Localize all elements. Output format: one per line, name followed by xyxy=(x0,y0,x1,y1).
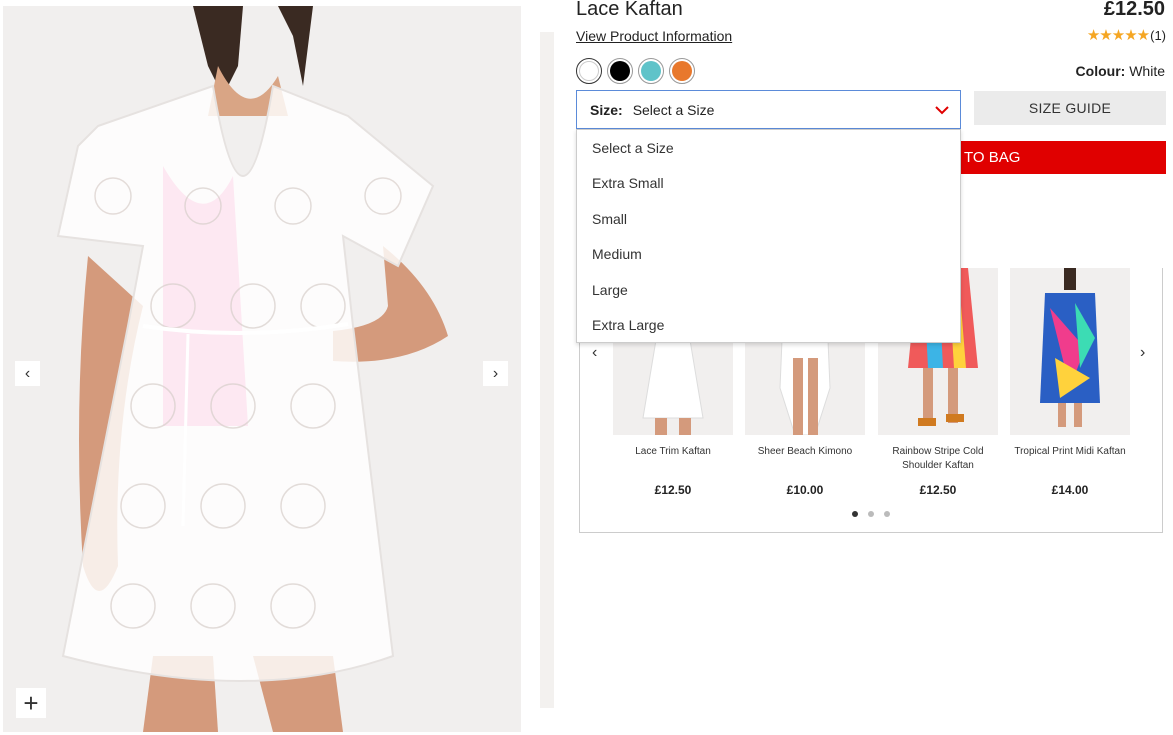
product-card-price: £14.00 xyxy=(1051,483,1089,497)
product-card-name: Rainbow Stripe Cold Shoulder Kaftan xyxy=(892,446,984,471)
gallery-prev-button[interactable]: ‹ xyxy=(15,361,40,386)
carousel-dot[interactable] xyxy=(884,511,890,517)
product-card-name: Tropical Print Midi Kaftan xyxy=(1014,446,1126,457)
add-to-bag-button[interactable]: TO BAG xyxy=(950,141,1166,174)
product-image[interactable] xyxy=(3,6,521,732)
size-option-select[interactable]: Select a Size xyxy=(577,130,960,166)
size-option-extra-large[interactable]: Extra Large xyxy=(577,308,960,344)
swatch-white[interactable] xyxy=(576,58,602,84)
rating[interactable]: ★★★★★ (1) xyxy=(1087,26,1166,44)
carousel-dot[interactable] xyxy=(852,511,858,517)
next-image-preview xyxy=(540,32,554,708)
carousel-dots xyxy=(580,511,1162,517)
chevron-down-icon xyxy=(935,106,949,115)
carousel-dot[interactable] xyxy=(868,511,874,517)
product-title: Lace Kaftan xyxy=(576,0,683,20)
star-rating-icon: ★★★★★ xyxy=(1086,27,1150,44)
size-option-extra-small[interactable]: Extra Small xyxy=(577,166,960,202)
colour-value: White xyxy=(1129,63,1165,79)
swatch-orange[interactable] xyxy=(669,58,695,84)
size-value: Select a Size xyxy=(632,101,715,118)
colour-label: Colour: White xyxy=(1076,63,1165,79)
size-option-medium[interactable]: Medium xyxy=(577,237,960,273)
gallery-next-button[interactable]: › xyxy=(483,361,508,386)
swatch-aqua[interactable] xyxy=(638,58,664,84)
zoom-button[interactable]: + xyxy=(16,688,46,718)
size-dropdown: Select a Size Extra Small Small Medium L… xyxy=(576,129,961,343)
view-product-info-link[interactable]: View Product Information xyxy=(576,28,732,44)
swatch-black[interactable] xyxy=(607,58,633,84)
plus-icon: + xyxy=(23,688,39,718)
carousel-prev-button[interactable]: ‹ xyxy=(592,344,597,362)
size-option-small[interactable]: Small xyxy=(577,201,960,237)
size-label: Size: xyxy=(590,101,623,118)
product-card-price: £12.50 xyxy=(919,483,957,497)
size-select[interactable]: Size: Select a Size xyxy=(576,90,961,129)
chevron-left-icon: ‹ xyxy=(24,364,31,382)
product-card-image xyxy=(1010,268,1130,435)
product-price: £12.50 xyxy=(1103,0,1165,20)
chevron-right-icon: › xyxy=(492,364,499,382)
product-card[interactable]: Tropical Print Midi Kaftan £14.00 xyxy=(1010,268,1130,497)
product-card-name: Sheer Beach Kimono xyxy=(757,446,853,457)
size-option-large[interactable]: Large xyxy=(577,272,960,308)
colour-swatches xyxy=(576,58,695,84)
product-card-price: £12.50 xyxy=(654,483,692,497)
product-card-name: Lace Trim Kaftan xyxy=(635,446,711,457)
product-card-price: £10.00 xyxy=(786,483,824,497)
rating-count: (1) xyxy=(1150,27,1166,43)
carousel-next-button[interactable]: › xyxy=(1140,344,1145,362)
product-page: ‹ › + Lace Kaftan £12.50 View Product In… xyxy=(0,0,1173,735)
size-guide-button[interactable]: SIZE GUIDE xyxy=(974,91,1166,125)
colour-label-text: Colour: xyxy=(1075,63,1126,79)
